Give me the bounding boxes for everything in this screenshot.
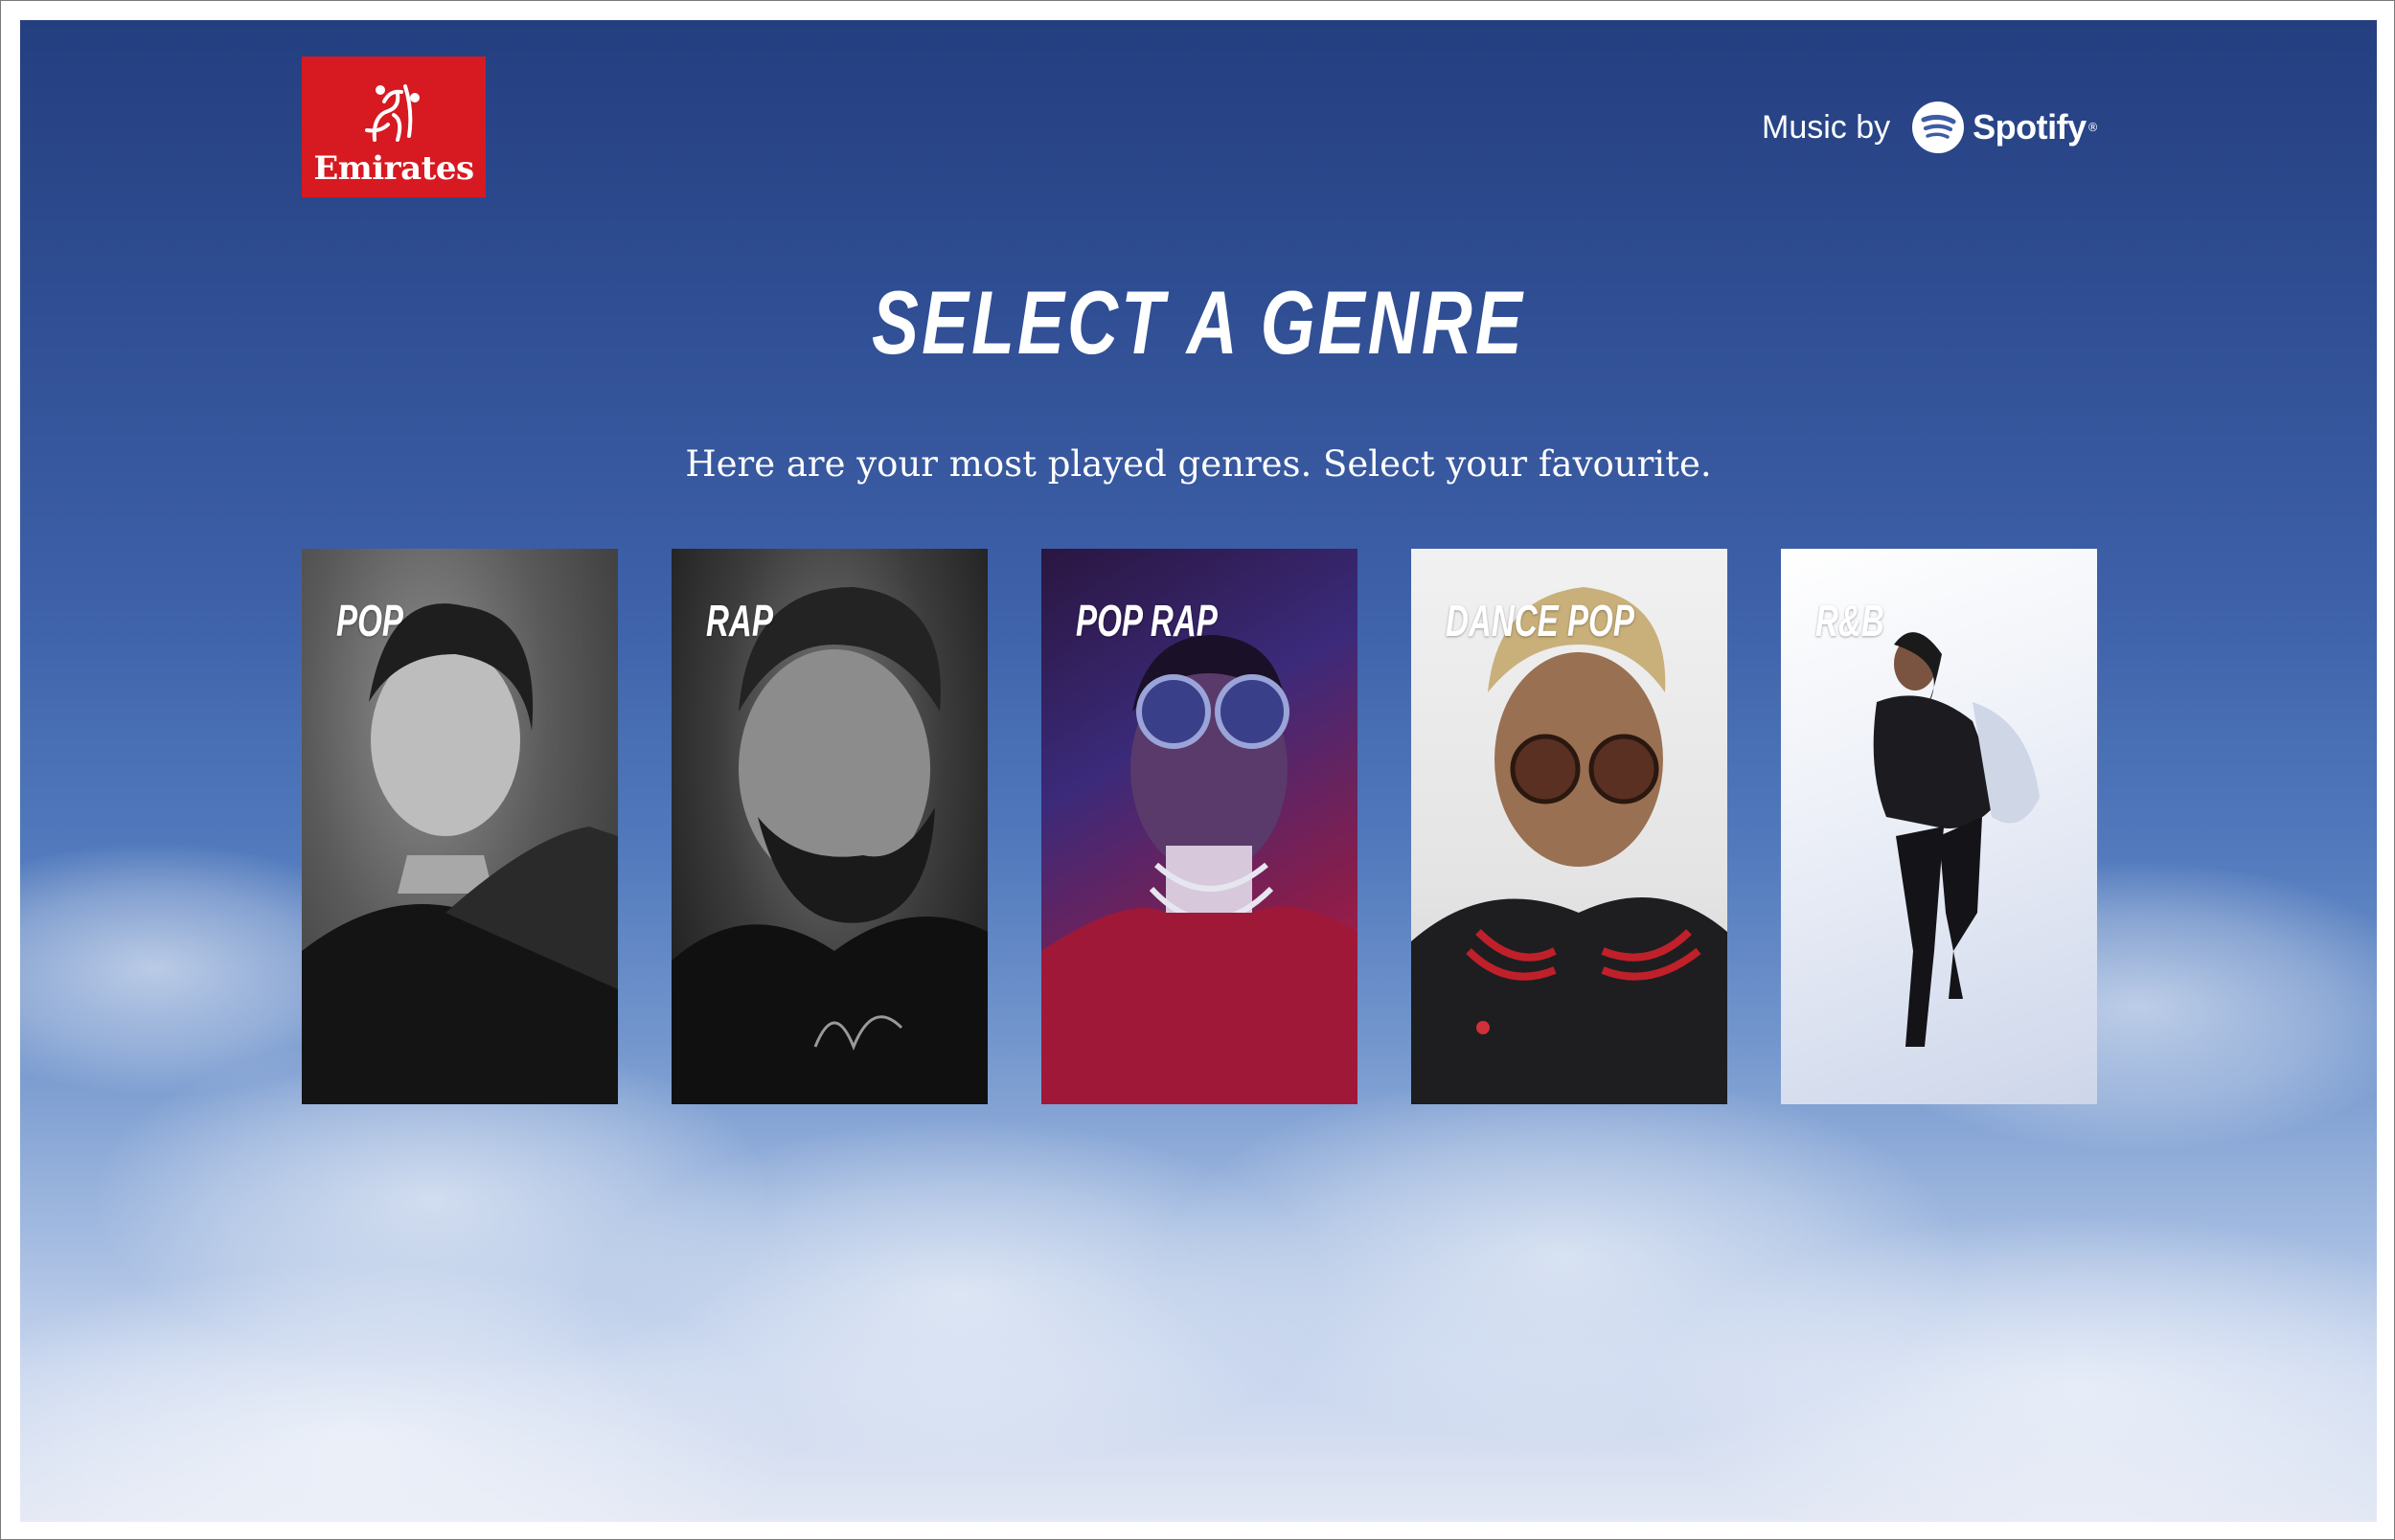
genre-label: POP: [336, 596, 403, 645]
genre-label: POP RAP: [1076, 596, 1218, 645]
genre-label: R&B: [1815, 596, 1884, 645]
spotify-icon: [1912, 102, 1965, 153]
browser-frame: Emirates Music by Spotify ® SELECT A GENR…: [0, 0, 2395, 1540]
page-title: SELECT A GENRE: [872, 272, 1525, 373]
music-by-label: Music by: [1762, 108, 1891, 146]
emirates-wordmark: Emirates: [313, 149, 474, 188]
genre-card-rap[interactable]: RAP: [672, 549, 988, 1104]
genre-card-dance-pop[interactable]: DANCE POP: [1411, 549, 1727, 1104]
trademark-symbol: ®: [2087, 121, 2099, 134]
spotify-wordmark: Spotify: [1973, 107, 2087, 147]
genre-card-pop-rap[interactable]: POP RAP: [1041, 549, 1357, 1104]
genre-label: RAP: [706, 596, 773, 645]
genre-card-pop[interactable]: POP: [302, 549, 618, 1104]
genre-card-rnb[interactable]: R&B: [1781, 549, 2097, 1104]
genre-label: DANCE POP: [1446, 596, 1634, 645]
emirates-logo[interactable]: Emirates: [302, 57, 486, 197]
music-by-spotify: Music by Spotify ®: [1762, 99, 2099, 156]
sky-background: Emirates Music by Spotify ® SELECT A GENR…: [20, 20, 2377, 1522]
emirates-calligraphy-icon: [365, 84, 420, 142]
page-subtitle: Here are your most played genres. Select…: [685, 443, 1712, 485]
